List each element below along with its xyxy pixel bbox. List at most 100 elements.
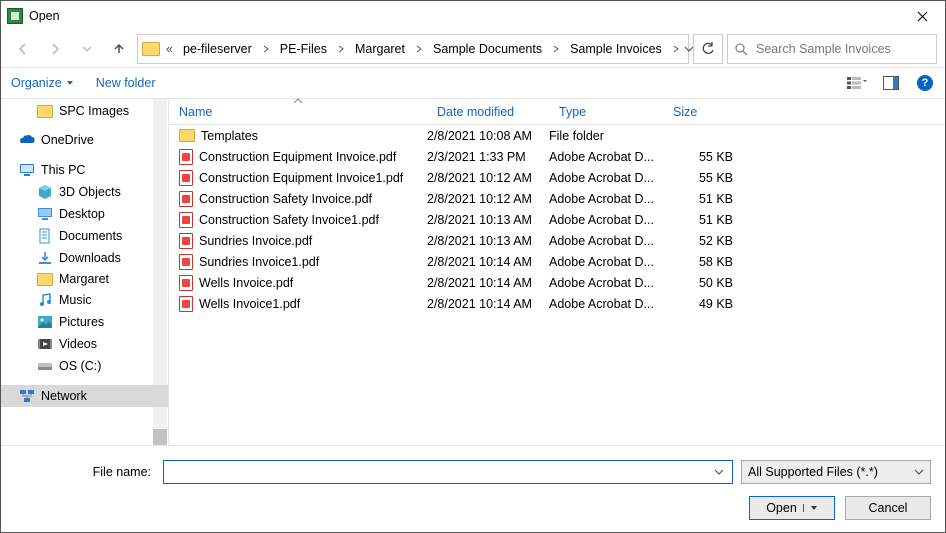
- column-name[interactable]: Name: [169, 99, 427, 124]
- file-size: 52 KB: [663, 234, 743, 248]
- pdf-icon: [179, 170, 193, 186]
- drive-icon: [37, 358, 53, 374]
- tree-item-label: Margaret: [59, 272, 109, 286]
- open-button[interactable]: Open: [749, 496, 835, 520]
- music-icon: [37, 292, 53, 308]
- tree-item[interactable]: Videos: [1, 333, 168, 355]
- file-name: Construction Safety Invoice1.pdf: [199, 213, 379, 227]
- column-size[interactable]: Size: [663, 99, 743, 124]
- filename-input[interactable]: [168, 464, 710, 480]
- file-size: 49 KB: [663, 297, 743, 311]
- breadcrumb[interactable]: « pe-fileserver PE-Files Margaret Sample…: [137, 34, 689, 64]
- tree-item-network[interactable]: Network: [1, 385, 168, 407]
- tree-item[interactable]: Desktop: [1, 203, 168, 225]
- back-button[interactable]: [9, 35, 37, 63]
- file-name: Construction Equipment Invoice1.pdf: [199, 171, 403, 185]
- breadcrumb-item[interactable]: Sample Documents: [427, 38, 548, 60]
- column-type[interactable]: Type: [549, 99, 663, 124]
- column-label: Type: [559, 105, 586, 119]
- file-name: Construction Safety Invoice.pdf: [199, 192, 372, 206]
- breadcrumb-item[interactable]: Margaret: [349, 38, 411, 60]
- tree-item-thispc[interactable]: This PC: [1, 159, 168, 181]
- tree-item[interactable]: Downloads: [1, 247, 168, 269]
- chevron-down-icon: [914, 467, 924, 477]
- filename-combobox[interactable]: [163, 460, 733, 484]
- close-button[interactable]: [899, 1, 945, 31]
- refresh-icon: [701, 42, 715, 56]
- breadcrumb-item[interactable]: Sample Invoices: [564, 38, 668, 60]
- view-icon: [847, 76, 867, 90]
- file-row[interactable]: Construction Equipment Invoice1.pdf2/8/2…: [169, 167, 945, 188]
- search-input[interactable]: [754, 41, 930, 57]
- onedrive-icon: [19, 132, 35, 148]
- refresh-button[interactable]: [693, 34, 723, 64]
- body: SPC Images OneDrive This PC 3D ObjectsDe…: [1, 99, 945, 445]
- tree-item-label: Videos: [59, 337, 97, 351]
- forward-button[interactable]: [41, 35, 69, 63]
- column-date[interactable]: Date modified: [427, 99, 549, 124]
- toolbar: Organize New folder ?: [1, 67, 945, 99]
- recent-locations-button[interactable]: [73, 35, 101, 63]
- view-options-button[interactable]: [847, 73, 867, 93]
- file-name: Wells Invoice.pdf: [199, 276, 293, 290]
- filter-label: All Supported Files (*.*): [748, 465, 878, 479]
- file-row[interactable]: Sundries Invoice.pdf2/8/2021 10:13 AMAdo…: [169, 230, 945, 251]
- tree-item[interactable]: 3D Objects: [1, 181, 168, 203]
- file-row[interactable]: Sundries Invoice1.pdf2/8/2021 10:14 AMAd…: [169, 251, 945, 272]
- file-type: Adobe Acrobat D...: [549, 171, 663, 185]
- file-date: 2/8/2021 10:13 AM: [427, 234, 549, 248]
- organize-menu[interactable]: Organize: [11, 76, 74, 90]
- breadcrumb-item[interactable]: pe-fileserver: [177, 38, 258, 60]
- split-caret[interactable]: [803, 504, 818, 512]
- file-date: 2/8/2021 10:14 AM: [427, 276, 549, 290]
- file-size: 50 KB: [663, 276, 743, 290]
- organize-label: Organize: [11, 76, 62, 90]
- search-icon: [734, 42, 748, 56]
- close-icon: [917, 11, 928, 22]
- search-box[interactable]: [727, 34, 937, 64]
- pdf-icon: [179, 149, 193, 165]
- tree-item[interactable]: Music: [1, 289, 168, 311]
- nav-tree: SPC Images OneDrive This PC 3D ObjectsDe…: [1, 99, 169, 445]
- file-type-filter[interactable]: All Supported Files (*.*): [741, 460, 931, 484]
- file-row[interactable]: Templates2/8/2021 10:08 AMFile folder: [169, 125, 945, 146]
- file-name: Construction Equipment Invoice.pdf: [199, 150, 396, 164]
- column-label: Date modified: [437, 105, 514, 119]
- filename-dropdown[interactable]: [710, 467, 728, 477]
- file-size: 51 KB: [663, 213, 743, 227]
- help-button[interactable]: ?: [915, 73, 935, 93]
- file-name: Sundries Invoice1.pdf: [199, 255, 319, 269]
- tree-item[interactable]: Documents: [1, 225, 168, 247]
- cancel-button[interactable]: Cancel: [845, 496, 931, 520]
- column-headers: Name Date modified Type Size: [169, 99, 945, 125]
- breadcrumb-prefix: «: [164, 42, 175, 56]
- file-row[interactable]: Construction Equipment Invoice.pdf 2/3/20…: [169, 146, 945, 167]
- tree-item-onedrive[interactable]: OneDrive: [1, 129, 168, 151]
- file-row[interactable]: Wells Invoice.pdf2/8/2021 10:14 AMAdobe …: [169, 272, 945, 293]
- network-icon: [19, 388, 35, 404]
- file-row[interactable]: Construction Safety Invoice.pdf2/8/2021 …: [169, 188, 945, 209]
- up-button[interactable]: [105, 35, 133, 63]
- desktop-icon: [37, 206, 53, 222]
- file-date: 2/3/2021 1:33 PM: [427, 150, 549, 164]
- preview-pane-button[interactable]: [881, 73, 901, 93]
- tree-item[interactable]: Pictures: [1, 311, 168, 333]
- tree-item[interactable]: OS (C:): [1, 355, 168, 377]
- downloads-icon: [37, 250, 53, 266]
- file-date: 2/8/2021 10:13 AM: [427, 213, 549, 227]
- new-folder-button[interactable]: New folder: [96, 76, 156, 90]
- file-row[interactable]: Construction Safety Invoice1.pdf 2/8/2021…: [169, 209, 945, 230]
- file-row[interactable]: Wells Invoice1.pdf2/8/2021 10:14 AMAdobe…: [169, 293, 945, 314]
- breadcrumb-item[interactable]: PE-Files: [274, 38, 333, 60]
- folder-icon: [179, 129, 195, 142]
- tree-item[interactable]: SPC Images: [1, 101, 168, 121]
- tree-item[interactable]: Margaret: [1, 269, 168, 289]
- file-type: Adobe Acrobat D...: [549, 255, 663, 269]
- pdf-icon: [179, 191, 193, 207]
- pictures-icon: [37, 314, 53, 330]
- window-title: Open: [29, 9, 60, 23]
- filename-label: File name:: [15, 465, 155, 479]
- footer: File name: All Supported Files (*.*) Ope…: [1, 445, 945, 532]
- preview-pane-icon: [883, 76, 899, 90]
- chevron-right-icon: [335, 45, 347, 53]
